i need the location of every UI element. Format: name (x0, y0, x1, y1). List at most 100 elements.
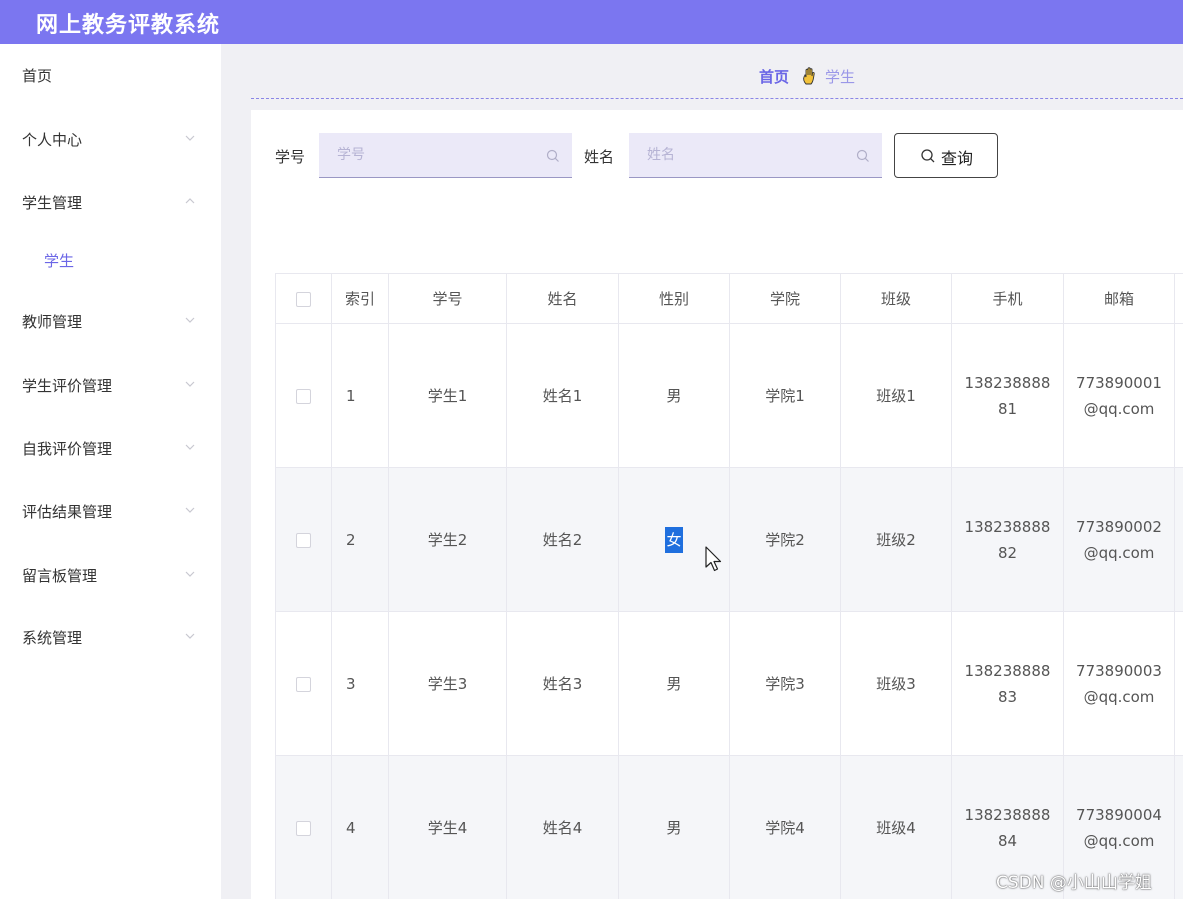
college-cell: 学院1 (730, 324, 841, 468)
row-checkbox[interactable] (296, 388, 311, 404)
search-icon (856, 148, 870, 162)
name-search (629, 133, 882, 178)
sidebar-item-label: 学生管理 (22, 194, 83, 212)
chevron-down-icon (184, 630, 196, 642)
phone-cell: 138238888 83 (952, 612, 1064, 756)
class-cell: 班级2 (841, 468, 952, 612)
sidebar-item-label: 自我评价管理 (22, 440, 113, 458)
column-header[interactable]: 手机 (952, 274, 1064, 324)
select-all-checkbox[interactable] (296, 291, 311, 307)
phone-text: 138238888 (964, 806, 1051, 824)
table-row[interactable]: 3 学生3 姓名3 男 学院3 班级3 138238888 83 77389000… (276, 612, 1183, 756)
search-icon (920, 148, 936, 164)
phone-cell: 138238888 81 (952, 324, 1064, 468)
phone-text: 138238888 (964, 662, 1051, 680)
email-text: 773890002 (1076, 518, 1162, 536)
mouse-cursor-icon (705, 546, 725, 576)
table-row[interactable]: 2 学生2 姓名2 女 学院2 班级2 138238888 82 77389000… (276, 468, 1183, 612)
sidebar-item-teacher-management[interactable]: 教师管理 (0, 300, 221, 340)
selected-text: 女 (665, 527, 683, 553)
email-text: 773890003 (1076, 662, 1162, 680)
breadcrumb-home[interactable]: 首页 (759, 66, 789, 87)
gender-cell: 男 (619, 756, 730, 899)
sidebar-item-self-evaluation[interactable]: 自我评价管理 (0, 427, 221, 467)
phone-text: 81 (997, 400, 1018, 418)
sidebar-subitem-student[interactable]: 学生 (0, 242, 221, 278)
email-text: 773890004 (1076, 806, 1162, 824)
sidebar-item-message-board[interactable]: 留言板管理 (0, 554, 221, 594)
hand-icon (801, 66, 817, 86)
email-cell: 773890002 @qq.com (1064, 468, 1175, 612)
table-header: 索引 学号 姓名 性别 学院 班级 手机 邮箱 (276, 274, 1183, 324)
row-checkbox[interactable] (296, 532, 311, 548)
sidebar-item-assessment-results[interactable]: 评估结果管理 (0, 490, 221, 530)
column-header[interactable]: 班级 (841, 274, 952, 324)
student-id-cell: 学生1 (389, 324, 507, 468)
content-panel: 学号 姓名 查询 索引 学号 姓名 (251, 110, 1183, 899)
name-cell: 姓名1 (507, 324, 619, 468)
index-cell: 1 (332, 324, 389, 468)
sidebar-item-label: 教师管理 (22, 313, 83, 331)
column-header[interactable]: 邮箱 (1064, 274, 1175, 324)
column-header[interactable]: 索引 (332, 274, 389, 324)
student-id-cell: 学生2 (389, 468, 507, 612)
sidebar-item-label: 学生评价管理 (22, 377, 113, 395)
header-checkbox-cell (276, 274, 332, 324)
chevron-down-icon (184, 568, 196, 580)
chevron-up-icon (184, 195, 196, 207)
row-checkbox[interactable] (296, 820, 311, 836)
class-cell: 班级3 (841, 612, 952, 756)
divider (251, 98, 1183, 99)
column-header[interactable]: 姓名 (507, 274, 619, 324)
app-title: 网上教务评教系统 (36, 12, 221, 38)
chevron-down-icon (184, 132, 196, 144)
row-checkbox[interactable] (296, 676, 311, 692)
checkbox-cell (276, 612, 332, 756)
column-header[interactable]: 学院 (730, 274, 841, 324)
email-text: @qq.com (1083, 832, 1155, 850)
sidebar-item-system-management[interactable]: 系统管理 (0, 616, 221, 656)
email-text: @qq.com (1083, 688, 1155, 706)
top-header: 网上教务评教系统 (0, 0, 1183, 44)
student-id-input[interactable] (319, 133, 572, 177)
column-header[interactable]: 性别 (619, 274, 730, 324)
sidebar-item-student-management[interactable]: 学生管理 (0, 181, 221, 221)
college-cell: 学院2 (730, 468, 841, 612)
main-area: 首页 学生 学号 姓名 查询 (221, 44, 1183, 899)
email-cell: 773890001 @qq.com (1064, 324, 1175, 468)
student-table: 索引 学号 姓名 性别 学院 班级 手机 邮箱 1 学生1 姓名1 男 学院1 … (275, 273, 1183, 899)
table-row[interactable]: 1 学生1 姓名1 男 学院1 班级1 138238888 81 77389000… (276, 324, 1183, 468)
name-input[interactable] (629, 133, 882, 177)
phone-text: 84 (997, 832, 1018, 850)
query-button[interactable]: 查询 (894, 133, 998, 178)
sidebar-subitem-label: 学生 (44, 252, 75, 270)
search-icon (546, 148, 560, 162)
sidebar-item-student-evaluation[interactable]: 学生评价管理 (0, 364, 221, 404)
gender-cell: 男 (619, 612, 730, 756)
sidebar: 首页 个人中心 学生管理 学生 教师管理 学生评价管理 自我评价管理 评估结果管… (0, 44, 221, 899)
name-cell: 姓名4 (507, 756, 619, 899)
column-header[interactable]: 学号 (389, 274, 507, 324)
college-cell: 学院3 (730, 612, 841, 756)
gender-cell: 男 (619, 324, 730, 468)
student-id-search (319, 133, 572, 178)
sidebar-item-personal-center[interactable]: 个人中心 (0, 118, 221, 158)
chevron-down-icon (184, 314, 196, 326)
email-text: @qq.com (1083, 544, 1155, 562)
sidebar-item-home[interactable]: 首页 (0, 54, 221, 94)
sidebar-item-label: 个人中心 (22, 131, 83, 149)
student-id-label: 学号 (275, 148, 306, 166)
student-id-cell: 学生3 (389, 612, 507, 756)
name-cell: 姓名2 (507, 468, 619, 612)
student-id-cell: 学生4 (389, 756, 507, 899)
chevron-down-icon (184, 378, 196, 390)
email-text: @qq.com (1083, 400, 1155, 418)
phone-text: 138238888 (964, 374, 1051, 392)
chevron-down-icon (184, 441, 196, 453)
phone-text: 82 (997, 544, 1018, 562)
sidebar-item-label: 留言板管理 (22, 567, 98, 585)
email-text: 773890001 (1076, 374, 1162, 392)
watermark: CSDN @小山山学姐 (996, 873, 1152, 893)
name-cell: 姓名3 (507, 612, 619, 756)
index-cell: 2 (332, 468, 389, 612)
